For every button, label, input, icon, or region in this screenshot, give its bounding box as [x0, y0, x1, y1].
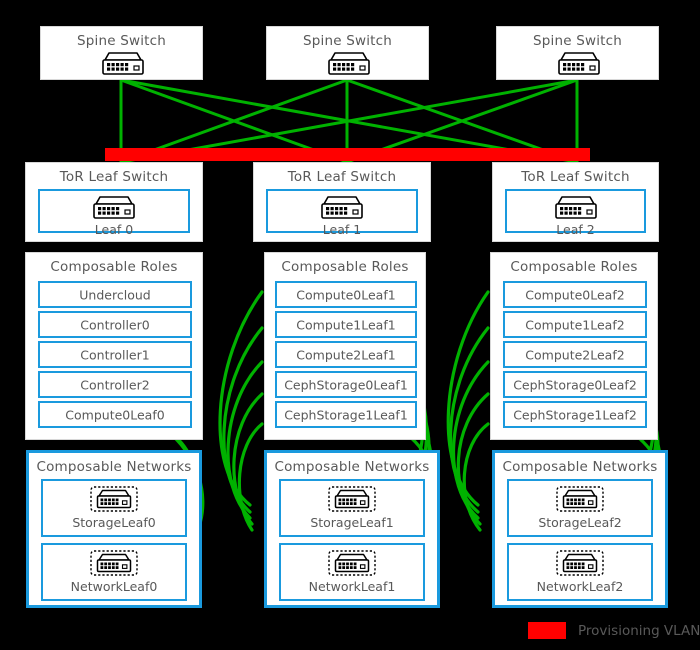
- role-item[interactable]: Compute0Leaf2: [503, 281, 647, 308]
- composable-networks-leaf1: Composable Networks StorageLeaf1 Network…: [264, 450, 440, 608]
- network-switch-icon: [321, 51, 377, 77]
- role-item[interactable]: Compute0Leaf1: [275, 281, 417, 308]
- network-item[interactable]: StorageLeaf0: [41, 479, 187, 537]
- tor-leaf-switch-1[interactable]: ToR Leaf Switch Leaf 1: [253, 162, 431, 242]
- network-switch-dashed-icon: [86, 486, 142, 512]
- leaf-node-2[interactable]: Leaf 2: [505, 189, 646, 237]
- role-label: Controller0: [80, 317, 150, 332]
- role-item[interactable]: Controller0: [38, 311, 192, 338]
- network-item[interactable]: NetworkLeaf1: [279, 543, 425, 601]
- network-label: StorageLeaf0: [72, 515, 156, 530]
- composable-roles-leaf2-title: Composable Roles: [510, 259, 638, 275]
- role-item[interactable]: Compute2Leaf1: [275, 341, 417, 368]
- role-label: Compute0Leaf1: [296, 287, 396, 302]
- network-switch-dashed-icon: [552, 486, 608, 512]
- network-item[interactable]: NetworkLeaf0: [41, 543, 187, 601]
- network-switch-dashed-icon: [324, 486, 380, 512]
- leaf-node-0-label: Leaf 0: [94, 222, 134, 237]
- role-label: CephStorage0Leaf1: [284, 377, 408, 392]
- role-label: CephStorage0Leaf2: [513, 377, 637, 392]
- composable-roles-leaf0: Composable Roles Undercloud Controller0 …: [25, 252, 203, 440]
- role-label: CephStorage1Leaf2: [513, 407, 637, 422]
- composable-roles-leaf1: Composable Roles Compute0Leaf1 Compute1L…: [264, 252, 426, 440]
- tor-leaf-switch-1-title: ToR Leaf Switch: [287, 169, 397, 185]
- network-item[interactable]: StorageLeaf2: [507, 479, 653, 537]
- network-item[interactable]: StorageLeaf1: [279, 479, 425, 537]
- role-item[interactable]: Controller1: [38, 341, 192, 368]
- network-switch-icon: [314, 195, 370, 221]
- spine-switch-2[interactable]: Spine Switch: [496, 26, 659, 80]
- role-label: Undercloud: [79, 287, 151, 302]
- network-switch-icon: [86, 195, 142, 221]
- network-label: NetworkLeaf2: [536, 579, 624, 594]
- role-item[interactable]: Compute2Leaf2: [503, 341, 647, 368]
- composable-networks-leaf2: Composable Networks StorageLeaf2 Network…: [492, 450, 668, 608]
- provisioning-vlan-bar: [105, 148, 590, 161]
- tor-leaf-switch-2-title: ToR Leaf Switch: [521, 169, 630, 185]
- network-switch-icon: [95, 51, 151, 77]
- network-switch-dashed-icon: [552, 550, 608, 576]
- role-label: Compute0Leaf2: [525, 287, 625, 302]
- role-label: Compute1Leaf2: [525, 317, 625, 332]
- role-item[interactable]: Undercloud: [38, 281, 192, 308]
- spine-switch-2-title: Spine Switch: [532, 33, 623, 49]
- role-item[interactable]: Compute1Leaf2: [503, 311, 647, 338]
- leaf-node-1[interactable]: Leaf 1: [266, 189, 418, 237]
- leaf-node-1-label: Leaf 1: [322, 222, 362, 237]
- network-switch-icon: [548, 195, 604, 221]
- spine-switch-1-title: Spine Switch: [302, 33, 393, 49]
- network-label: NetworkLeaf0: [70, 579, 158, 594]
- provisioning-vlan-swatch: [528, 622, 566, 639]
- role-label: Compute2Leaf1: [296, 347, 396, 362]
- network-label: StorageLeaf2: [538, 515, 622, 530]
- legend-provisioning-vlan: Provisioning VLAN: [528, 622, 700, 639]
- role-item[interactable]: CephStorage0Leaf1: [275, 371, 417, 398]
- network-item[interactable]: NetworkLeaf2: [507, 543, 653, 601]
- role-item[interactable]: Compute1Leaf1: [275, 311, 417, 338]
- network-label: NetworkLeaf1: [308, 579, 396, 594]
- role-label: Compute1Leaf1: [296, 317, 396, 332]
- leaf-node-2-label: Leaf 2: [556, 222, 595, 237]
- spine-switch-1[interactable]: Spine Switch: [266, 26, 429, 80]
- provisioning-vlan-label: Provisioning VLAN: [578, 622, 700, 639]
- spine-switch-0[interactable]: Spine Switch: [40, 26, 203, 80]
- network-switch-dashed-icon: [86, 550, 142, 576]
- composable-networks-leaf1-title: Composable Networks: [274, 459, 430, 475]
- spine-switch-0-title: Spine Switch: [76, 33, 167, 49]
- composable-roles-leaf2: Composable Roles Compute0Leaf2 Compute1L…: [490, 252, 658, 440]
- composable-networks-leaf2-title: Composable Networks: [502, 459, 658, 475]
- role-label: Compute2Leaf2: [525, 347, 625, 362]
- composable-roles-leaf0-title: Composable Roles: [50, 259, 178, 275]
- role-label: Compute0Leaf0: [65, 407, 165, 422]
- role-item[interactable]: Controller2: [38, 371, 192, 398]
- network-switch-icon: [551, 51, 607, 77]
- tor-leaf-switch-0[interactable]: ToR Leaf Switch Leaf 0: [25, 162, 203, 242]
- network-label: StorageLeaf1: [310, 515, 394, 530]
- composable-networks-leaf0: Composable Networks StorageLeaf0 Network…: [26, 450, 202, 608]
- tor-leaf-switch-0-title: ToR Leaf Switch: [59, 169, 169, 185]
- role-label: CephStorage1Leaf1: [284, 407, 408, 422]
- leaf-node-0[interactable]: Leaf 0: [38, 189, 190, 237]
- role-item[interactable]: CephStorage0Leaf2: [503, 371, 647, 398]
- role-item[interactable]: CephStorage1Leaf1: [275, 401, 417, 428]
- role-label: Controller1: [80, 347, 150, 362]
- network-switch-dashed-icon: [324, 550, 380, 576]
- topology-diagram: Spine Switch Spine Switch Spine Switch T…: [0, 0, 700, 650]
- role-label: Controller2: [80, 377, 150, 392]
- role-item[interactable]: CephStorage1Leaf2: [503, 401, 647, 428]
- composable-networks-leaf0-title: Composable Networks: [36, 459, 192, 475]
- role-item[interactable]: Compute0Leaf0: [38, 401, 192, 428]
- tor-leaf-switch-2[interactable]: ToR Leaf Switch Leaf 2: [492, 162, 659, 242]
- composable-roles-leaf1-title: Composable Roles: [281, 259, 409, 275]
